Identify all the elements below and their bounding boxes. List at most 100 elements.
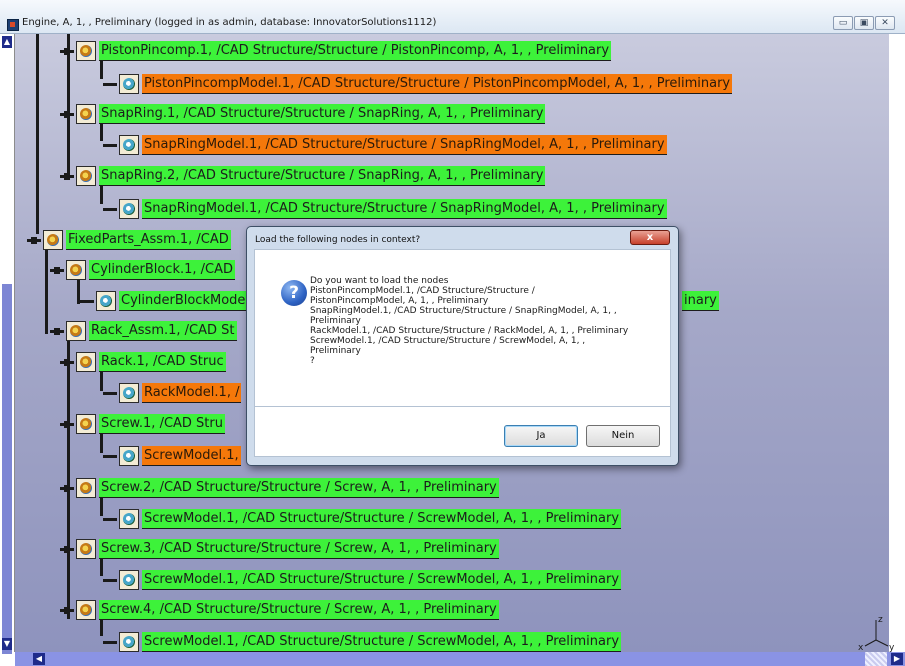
tree-node[interactable]: CylinderBlock.1, /CAD bbox=[50, 260, 236, 280]
message-line: SnapRingModel.1, /CAD Structure/Structur… bbox=[310, 306, 617, 316]
collapse-node-icon[interactable] bbox=[60, 484, 74, 492]
tree-node-label[interactable]: FixedParts_Assm.1, /CAD bbox=[66, 230, 231, 250]
tree-node[interactable]: ScrewModel.1, bbox=[103, 446, 241, 466]
message-line: PistonPincompModel.1, /CAD Structure/Str… bbox=[310, 286, 535, 296]
dialog-title: Load the following nodes in context? bbox=[255, 235, 421, 245]
part-icon bbox=[119, 632, 139, 652]
tree-line bbox=[36, 34, 39, 234]
tree-connector bbox=[103, 453, 117, 460]
message-line: RackModel.1, /CAD Structure/Structure / … bbox=[310, 326, 629, 336]
tree-node[interactable]: CylinderBlockMode bbox=[80, 291, 248, 311]
tree-node[interactable]: ScrewModel.1, /CAD Structure/Structure /… bbox=[103, 570, 622, 590]
window-title-bar: Engine, A, 1, , Preliminary (logged in a… bbox=[0, 0, 905, 34]
product-icon bbox=[66, 321, 86, 341]
tree-node[interactable]: Screw.4, /CAD Structure/Structure / Scre… bbox=[60, 600, 499, 620]
load-nodes-dialog: Load the following nodes in context? x ?… bbox=[246, 226, 679, 466]
axis-triad-icon: z x y bbox=[858, 615, 895, 652]
tree-node-label[interactable]: Screw.2, /CAD Structure/Structure / Scre… bbox=[99, 478, 499, 498]
vertical-scrollbar[interactable]: ▲ ▼ bbox=[0, 34, 15, 654]
tree-connector bbox=[80, 298, 94, 305]
tree-connector bbox=[103, 516, 117, 523]
tree-node[interactable]: Rack_Assm.1, /CAD St bbox=[50, 321, 237, 341]
vertical-scroll-thumb[interactable] bbox=[2, 284, 12, 654]
tree-node-label[interactable]: PistonPincomp.1, /CAD Structure/Structur… bbox=[99, 41, 612, 61]
collapse-node-icon[interactable] bbox=[60, 358, 74, 366]
part-icon bbox=[119, 135, 139, 155]
scroll-right-arrow-icon[interactable]: ▶ bbox=[891, 653, 903, 665]
tree-node-label[interactable]: Rack_Assm.1, /CAD St bbox=[89, 321, 237, 341]
tree-node-label[interactable]: ScrewModel.1, /CAD Structure/Structure /… bbox=[142, 632, 622, 652]
yes-button[interactable]: Ja bbox=[504, 425, 578, 447]
tree-node[interactable]: FixedParts_Assm.1, /CAD bbox=[27, 230, 231, 250]
close-window-button[interactable]: ✕ bbox=[875, 16, 895, 30]
collapse-node-icon[interactable] bbox=[60, 545, 74, 553]
tree-node[interactable]: PistonPincompModel.1, /CAD Structure/Str… bbox=[103, 74, 733, 94]
message-line: ? bbox=[310, 356, 315, 366]
collapse-node-icon[interactable] bbox=[60, 606, 74, 614]
tree-node-label[interactable]: RackModel.1, / bbox=[142, 383, 242, 403]
tree-node-label[interactable]: ScrewModel.1, bbox=[142, 446, 241, 466]
scroll-down-arrow-icon[interactable]: ▼ bbox=[2, 638, 12, 650]
product-icon bbox=[76, 478, 96, 498]
part-icon bbox=[119, 199, 139, 219]
tree-node[interactable]: SnapRing.1, /CAD Structure/Structure / S… bbox=[60, 104, 546, 124]
tree-node[interactable]: Screw.3, /CAD Structure/Structure / Scre… bbox=[60, 539, 499, 559]
tree-node-label[interactable]: SnapRing.1, /CAD Structure/Structure / S… bbox=[99, 104, 546, 124]
collapse-node-icon[interactable] bbox=[60, 47, 74, 55]
tree-node-label[interactable]: CylinderBlock.1, /CAD bbox=[89, 260, 236, 280]
tree-node-label[interactable]: SnapRingModel.1, /CAD Structure/Structur… bbox=[142, 199, 667, 219]
tree-node-label[interactable]: Screw.3, /CAD Structure/Structure / Scre… bbox=[99, 539, 499, 559]
tree-node[interactable]: ScrewModel.1, /CAD Structure/Structure /… bbox=[103, 509, 622, 529]
tree-node-label[interactable]: SnapRingModel.1, /CAD Structure/Structur… bbox=[142, 135, 667, 155]
tree-connector bbox=[103, 81, 117, 88]
scroll-up-arrow-icon[interactable]: ▲ bbox=[2, 36, 12, 48]
catia-app-icon bbox=[7, 19, 19, 31]
tree-connector bbox=[103, 206, 117, 213]
product-icon bbox=[76, 104, 96, 124]
tree-node[interactable]: SnapRingModel.1, /CAD Structure/Structur… bbox=[103, 135, 667, 155]
tree-node-label[interactable]: PistonPincompModel.1, /CAD Structure/Str… bbox=[142, 74, 733, 94]
dialog-close-button[interactable]: x bbox=[630, 230, 670, 245]
window-controls: ▭ ▣ ✕ bbox=[832, 16, 895, 30]
tree-node[interactable]: Screw.2, /CAD Structure/Structure / Scre… bbox=[60, 478, 499, 498]
tree-node[interactable]: ScrewModel.1, /CAD Structure/Structure /… bbox=[103, 632, 622, 652]
tree-node[interactable]: Screw.1, /CAD Stru bbox=[60, 414, 225, 434]
collapse-node-icon[interactable] bbox=[50, 266, 64, 274]
tree-node-label[interactable]: ScrewModel.1, /CAD Structure/Structure /… bbox=[142, 509, 622, 529]
message-line: PistonPincompModel, A, 1, , Preliminary bbox=[310, 296, 489, 306]
part-icon bbox=[96, 291, 116, 311]
part-icon bbox=[119, 446, 139, 466]
collapse-node-icon[interactable] bbox=[60, 172, 74, 180]
tree-node[interactable]: PistonPincomp.1, /CAD Structure/Structur… bbox=[60, 41, 612, 61]
axis-y-label: y bbox=[889, 643, 895, 652]
tree-node[interactable]: RackModel.1, / bbox=[103, 383, 242, 403]
axis-x-label: x bbox=[858, 643, 864, 652]
dialog-body: ? Do you want to load the nodes PistonPi… bbox=[254, 249, 671, 407]
tree-node-label[interactable]: Screw.4, /CAD Structure/Structure / Scre… bbox=[99, 600, 499, 620]
tree-connector bbox=[103, 142, 117, 149]
collapse-node-icon[interactable] bbox=[50, 327, 64, 335]
tree-node-label[interactable]: ScrewModel.1, /CAD Structure/Structure /… bbox=[142, 570, 622, 590]
product-icon bbox=[76, 414, 96, 434]
tree-node-fragment[interactable]: inary bbox=[679, 291, 719, 311]
scroll-left-arrow-icon[interactable]: ◀ bbox=[33, 653, 45, 665]
tree-node-label[interactable]: Screw.1, /CAD Stru bbox=[99, 414, 225, 434]
minimize-button[interactable]: ▭ bbox=[833, 16, 853, 30]
tree-node[interactable]: SnapRing.2, /CAD Structure/Structure / S… bbox=[60, 166, 546, 186]
tree-connector bbox=[103, 577, 117, 584]
maximize-button[interactable]: ▣ bbox=[854, 16, 874, 30]
product-icon bbox=[76, 41, 96, 61]
tree-node[interactable]: Rack.1, /CAD Struc bbox=[60, 352, 226, 372]
message-line: Preliminary bbox=[310, 316, 361, 326]
collapse-node-icon[interactable] bbox=[27, 236, 41, 244]
horizontal-scrollbar[interactable]: ◀ ▶ bbox=[15, 652, 905, 666]
tree-line bbox=[67, 334, 70, 619]
tree-node-label[interactable]: Rack.1, /CAD Struc bbox=[99, 352, 226, 372]
collapse-node-icon[interactable] bbox=[60, 110, 74, 118]
tree-node-label[interactable]: inary bbox=[682, 291, 719, 311]
collapse-node-icon[interactable] bbox=[60, 420, 74, 428]
tree-node[interactable]: SnapRingModel.1, /CAD Structure/Structur… bbox=[103, 199, 667, 219]
tree-node-label[interactable]: CylinderBlockMode bbox=[119, 291, 248, 311]
no-button[interactable]: Nein bbox=[586, 425, 660, 447]
tree-node-label[interactable]: SnapRing.2, /CAD Structure/Structure / S… bbox=[99, 166, 546, 186]
